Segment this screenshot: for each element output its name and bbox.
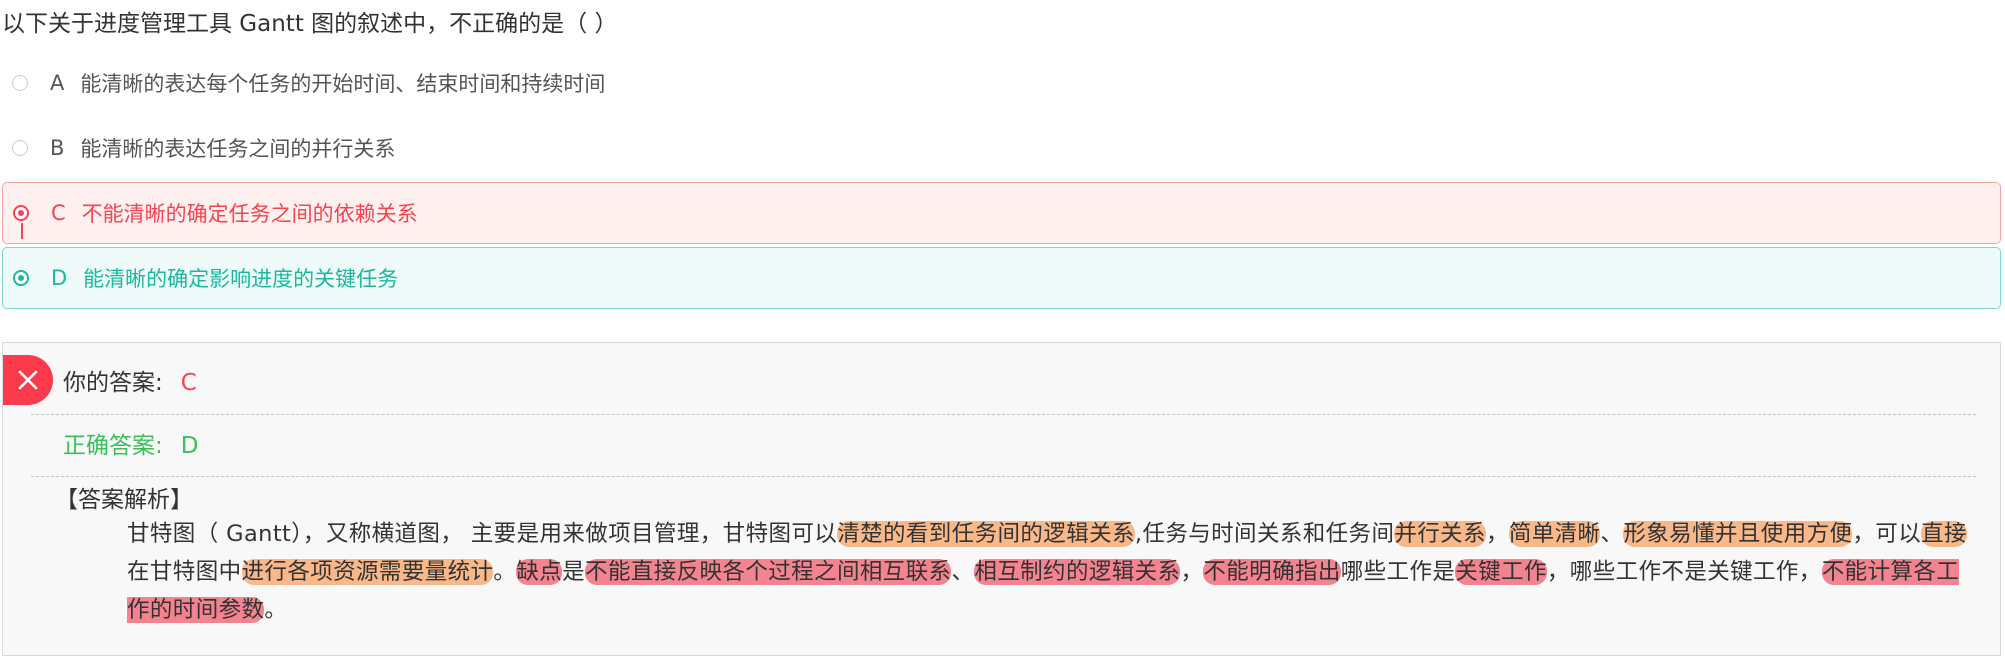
option-b-text: 能清晰的表达任务之间的并行关系 <box>80 137 396 161</box>
analysis-segment: ，可以 <box>1852 521 1922 547</box>
answer-panel: 你的答案: C 正确答案: D 【答案解析】 甘特图（ Gantt），又称横道图， … <box>2 342 2001 656</box>
analysis-segment: ， <box>1180 559 1204 585</box>
highlight-orange: 并行关系 <box>1394 521 1486 547</box>
analysis-segment: ,任务与时间关系和任务间 <box>1134 521 1395 547</box>
radio-a[interactable] <box>12 75 28 91</box>
analysis-heading: 【答案解析】 <box>55 487 193 513</box>
close-icon <box>18 370 38 390</box>
radio-d-correct[interactable] <box>13 270 29 286</box>
marker-pin-icon <box>21 223 23 239</box>
divider <box>31 414 1976 415</box>
your-answer-value: C <box>180 370 197 396</box>
analysis-segment: ，哪些工作不是关键工作， <box>1546 559 1822 585</box>
option-b-letter: B <box>50 136 65 160</box>
analysis-segment: 甘特图（ Gantt），又称横道图， 主要是用来做项目管理，甘特图可以 <box>127 521 838 547</box>
option-a-letter: A <box>50 71 65 95</box>
analysis-text: 甘特图（ Gantt），又称横道图， 主要是用来做项目管理，甘特图可以清楚的看到… <box>127 515 1982 629</box>
highlight-red: 关键工作 <box>1455 559 1547 585</box>
highlight-orange: 清楚的看到任务间的逻辑关系 <box>837 521 1135 547</box>
option-d-text: 能清晰的确定影响进度的关键任务 <box>83 267 399 291</box>
wrong-badge <box>3 355 53 405</box>
option-c-letter: C <box>51 201 66 225</box>
correct-answer-row: 正确答案: D <box>63 426 198 460</box>
analysis-segment: ， <box>1485 521 1509 547</box>
analysis-segment: 是 <box>562 559 586 585</box>
highlight-red: 缺点 <box>516 559 563 585</box>
option-a-text: 能清晰的表达每个任务的开始时间、结束时间和持续时间 <box>80 72 606 96</box>
radio-c-selected[interactable] <box>13 205 29 221</box>
analysis-segment: 、 <box>951 559 975 585</box>
your-answer-label: 你的答案: <box>63 370 163 396</box>
analysis-segment: 。 <box>493 559 517 585</box>
radio-b[interactable] <box>12 140 28 156</box>
analysis-segment: 哪些工作是 <box>1340 559 1456 585</box>
highlight-orange: 直接 <box>1921 521 1967 547</box>
highlight-red: 不能直接反映各个过程之间相互联系 <box>585 559 952 585</box>
your-answer-row: 你的答案: C <box>63 363 197 397</box>
option-c-selected-wrong[interactable]: C 不能清晰的确定任务之间的依赖关系 <box>2 182 2001 244</box>
correct-answer-label: 正确答案: <box>63 433 163 459</box>
correct-answer-value: D <box>180 433 199 459</box>
option-a[interactable]: A 能清晰的表达每个任务的开始时间、结束时间和持续时间 <box>2 52 2001 114</box>
question-title: 以下关于进度管理工具 Gantt 图的叙述中，不正确的是（ ） <box>2 11 618 37</box>
highlight-red: 相互制约的逻辑关系 <box>974 559 1181 585</box>
highlight-red: 不能明确指出 <box>1203 559 1341 585</box>
analysis-segment: 、 <box>1600 521 1624 547</box>
highlight-orange: 简单清晰 <box>1508 521 1601 547</box>
option-d-correct[interactable]: D 能清晰的确定影响进度的关键任务 <box>2 247 2001 309</box>
analysis-segment: 。 <box>264 597 288 623</box>
divider <box>31 476 1976 477</box>
highlight-orange: 形象易懂并且使用方便 <box>1623 521 1853 547</box>
option-b[interactable]: B 能清晰的表达任务之间的并行关系 <box>2 117 2001 179</box>
option-d-letter: D <box>51 266 68 290</box>
highlight-orange: 进行各项资源需要量统计 <box>241 559 494 585</box>
option-c-text: 不能清晰的确定任务之间的依赖关系 <box>81 202 418 226</box>
analysis-segment: 在甘特图中 <box>127 559 242 585</box>
